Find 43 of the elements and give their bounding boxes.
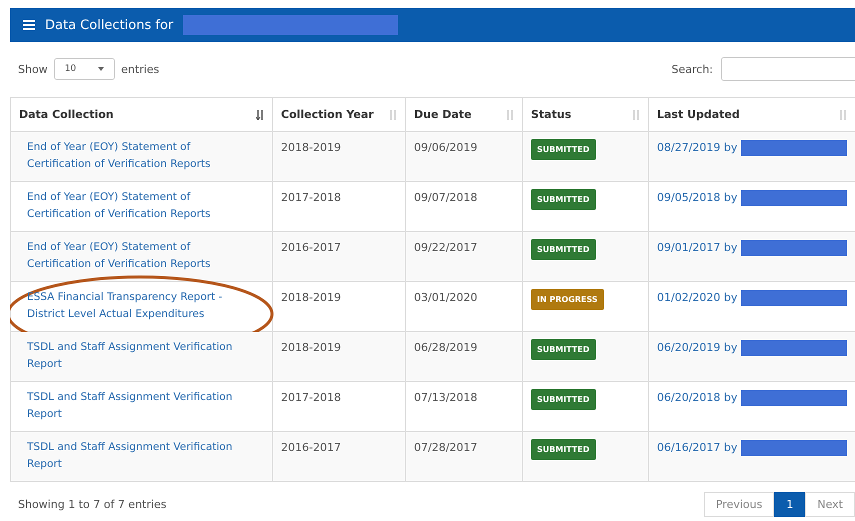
entries-select[interactable]: 10 <box>54 58 116 80</box>
status-badge: IN PROGRESS <box>531 289 604 310</box>
updated-link[interactable]: 09/01/2017 by <box>657 239 738 256</box>
updated-link[interactable]: 01/02/2020 by <box>657 289 738 306</box>
menu-icon[interactable] <box>23 20 35 30</box>
panel-title: Data Collections for <box>45 18 174 32</box>
status-badge: SUBMITTED <box>531 189 596 210</box>
table-cell: 06/28/2019 <box>414 341 478 354</box>
updated-link[interactable]: 08/27/2019 by <box>657 139 738 156</box>
search-field[interactable] <box>721 57 855 81</box>
table-cell: 2017-2018 <box>281 391 341 404</box>
page-button[interactable]: Previous <box>704 492 774 517</box>
status-badge: SUBMITTED <box>531 439 596 460</box>
entries-label: entries <box>121 62 160 76</box>
table-cell: 2018-2019 <box>281 341 341 354</box>
updated-link[interactable]: 09/05/2018 by <box>657 189 738 206</box>
table-cell: 2017-2018 <box>281 191 341 204</box>
column-header[interactable]: Data Collection <box>10 98 272 132</box>
table-cell: 07/28/2017 <box>414 441 478 454</box>
table-cell: 2016-2017 <box>281 441 341 454</box>
table-cell: 2016-2017 <box>281 241 341 254</box>
table-cell: 09/07/2018 <box>414 191 478 204</box>
show-label: Show <box>18 62 48 76</box>
search-label: Search: <box>672 62 713 76</box>
table-cell: 09/06/2019 <box>414 141 478 154</box>
status-badge: SUBMITTED <box>531 139 596 160</box>
page-button[interactable]: 1 <box>774 492 806 517</box>
table-info: Showing 1 to 7 of 7 entries <box>18 498 166 511</box>
page-button[interactable]: Next <box>805 492 855 517</box>
table-cell: 2018-2019 <box>281 141 341 154</box>
table-cell: 03/01/2020 <box>414 291 478 304</box>
table-cell: 07/13/2018 <box>414 391 478 404</box>
table-cell: 09/22/2017 <box>414 241 478 254</box>
caret-icon <box>98 67 104 71</box>
status-badge: SUBMITTED <box>531 339 596 360</box>
status-badge: SUBMITTED <box>531 389 596 410</box>
updated-link[interactable]: 06/20/2019 by <box>657 339 738 356</box>
updated-link[interactable]: 06/16/2017 by <box>657 439 738 456</box>
table-cell: 2018-2019 <box>281 291 341 304</box>
column-header[interactable]: Status <box>522 98 648 132</box>
column-header[interactable]: Collection Year <box>272 98 406 132</box>
status-badge: SUBMITTED <box>531 239 596 260</box>
updated-link[interactable]: 06/20/2018 by <box>657 389 738 406</box>
